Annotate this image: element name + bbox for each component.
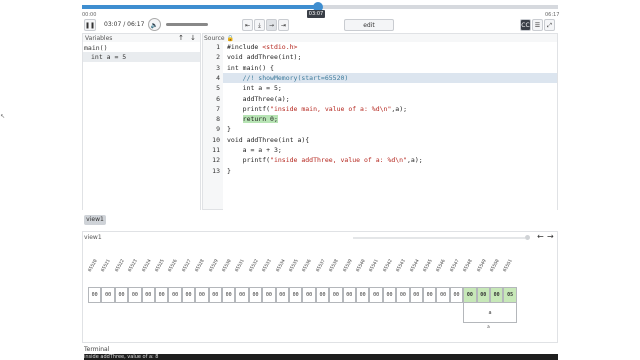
- control-bar: ❚❚ 03:07 / 06:17 🔈 ⇤ ⤓ → ⇥ edit CC ☰ ⤢: [82, 17, 558, 33]
- code-line: int a = 5;: [227, 84, 282, 93]
- arrow-down-icon[interactable]: ↓: [190, 34, 196, 42]
- edit-button[interactable]: edit: [344, 19, 394, 31]
- progress-fill: [82, 5, 319, 9]
- memory-cell[interactable]: 00: [463, 287, 477, 303]
- timecode: 03:07 / 06:17: [104, 21, 145, 28]
- line-number: 6: [216, 94, 220, 103]
- line-number: 9: [216, 125, 220, 134]
- volume-slider[interactable]: [166, 23, 208, 26]
- arrow-up-icon[interactable]: ↑: [178, 34, 184, 42]
- line-number: 2: [216, 53, 220, 62]
- line-number: 13: [212, 166, 220, 175]
- memory-cell[interactable]: 00: [315, 287, 330, 303]
- code-line: #include <stdio.h>: [227, 43, 298, 51]
- line-number: 4: [216, 73, 220, 82]
- fullscreen-icon[interactable]: ⤢: [544, 19, 555, 31]
- speaker-icon[interactable]: 🔈: [148, 18, 161, 31]
- step-back-icon[interactable]: ⇤: [242, 19, 253, 31]
- code-line: //! showMemory(start=65520): [242, 73, 349, 82]
- step-over-icon[interactable]: ⤓: [254, 19, 265, 31]
- pause-icon[interactable]: ❚❚: [84, 19, 96, 31]
- memory-cell[interactable]: 00: [369, 287, 383, 303]
- terminal-title: Terminal: [84, 346, 110, 353]
- frame-label: main(): [84, 44, 108, 52]
- memory-cell[interactable]: 00: [128, 287, 142, 303]
- memory-cell[interactable]: 00: [356, 287, 370, 303]
- arrow-right-icon[interactable]: →: [547, 232, 554, 241]
- code-editor[interactable]: 1 #include <stdio.h> 2 void addThree(int); 3…: [212, 42, 557, 210]
- memory-cell[interactable]: 00: [141, 287, 155, 303]
- line-number: 3: [216, 63, 220, 72]
- variable-box: a: [463, 303, 517, 323]
- memory-cell[interactable]: 00: [88, 287, 102, 303]
- memory-cell[interactable]: 00: [222, 287, 236, 303]
- variable-sublabel: a: [487, 324, 490, 329]
- memory-view-title: view1: [84, 234, 102, 241]
- code-line: return 0;: [242, 115, 278, 124]
- step-into-icon[interactable]: →: [266, 19, 277, 31]
- view-scrollbar[interactable]: [353, 237, 525, 239]
- progress-bar[interactable]: [82, 2, 558, 12]
- terminal-output: inside addThree, value of a: 8: [84, 354, 558, 360]
- line-number: 12: [212, 156, 220, 165]
- lock-icon: 🔒: [226, 35, 235, 42]
- view-tab[interactable]: view1: [84, 215, 106, 225]
- arrow-left-icon[interactable]: ←: [537, 232, 544, 241]
- memory-cell[interactable]: 00: [262, 287, 276, 303]
- line-number: 5: [216, 84, 220, 93]
- memory-cell[interactable]: 00: [490, 287, 504, 303]
- code-line: a = a + 3;: [227, 146, 282, 154]
- code-line: }: [227, 166, 231, 175]
- line-number: 7: [216, 104, 220, 113]
- memory-cell[interactable]: 00: [396, 287, 410, 303]
- memory-cell[interactable]: 00: [302, 287, 316, 303]
- source-title: Source 🔒: [204, 35, 235, 42]
- code-line: }: [227, 125, 231, 134]
- memory-cell[interactable]: 00: [342, 287, 356, 303]
- variables-panel: Variables ↑ ↓ main() int a = 5: [82, 33, 201, 210]
- memory-cell[interactable]: 00: [329, 287, 343, 303]
- memory-cell[interactable]: 00: [423, 287, 437, 303]
- scroll-handle[interactable]: [525, 235, 530, 240]
- memory-cell[interactable]: 05: [503, 287, 517, 303]
- memory-cell[interactable]: 00: [208, 287, 222, 303]
- source-panel: Source 🔒 1 #include <stdio.h> 2 void addThr…: [202, 33, 558, 210]
- code-line: addThree(a);: [227, 94, 290, 103]
- memory-cell[interactable]: 00: [449, 287, 464, 303]
- memory-cell[interactable]: 00: [181, 287, 196, 303]
- line-number: 8: [216, 115, 220, 124]
- line-number: 1: [216, 43, 220, 51]
- code-line: void addThree(int);: [227, 53, 302, 62]
- line-number: 11: [212, 146, 220, 154]
- memory-cell[interactable]: 00: [409, 287, 423, 303]
- memory-cell[interactable]: 00: [235, 287, 249, 303]
- code-line: printf("inside main, value of a: %d\n",a…: [227, 104, 408, 113]
- step-forward-icon[interactable]: ⇥: [278, 19, 289, 31]
- code-line: printf("inside addThree, value of a: %d\…: [227, 156, 423, 165]
- memory-cell[interactable]: 00: [275, 287, 289, 303]
- memory-cell[interactable]: 00: [168, 287, 182, 303]
- memory-cell[interactable]: 00: [114, 287, 129, 303]
- variables-title: Variables: [85, 35, 113, 42]
- cc-icon[interactable]: CC: [520, 19, 531, 31]
- cursor-icon: ↖: [0, 113, 6, 120]
- code-line: void addThree(int a){: [227, 135, 310, 144]
- code-line: int main() {: [227, 63, 274, 72]
- variable-entry: int a = 5: [91, 53, 127, 61]
- memory-cell[interactable]: 00: [476, 287, 490, 303]
- memory-cell[interactable]: 00: [195, 287, 209, 303]
- memory-cell[interactable]: 00: [289, 287, 303, 303]
- list-icon[interactable]: ☰: [532, 19, 543, 31]
- memory-cell[interactable]: 00: [382, 287, 397, 303]
- memory-cell[interactable]: 00: [436, 287, 450, 303]
- memory-cell[interactable]: 00: [155, 287, 169, 303]
- memory-cell[interactable]: 00: [101, 287, 115, 303]
- memory-cell[interactable]: 00: [248, 287, 263, 303]
- line-number: 10: [212, 135, 220, 144]
